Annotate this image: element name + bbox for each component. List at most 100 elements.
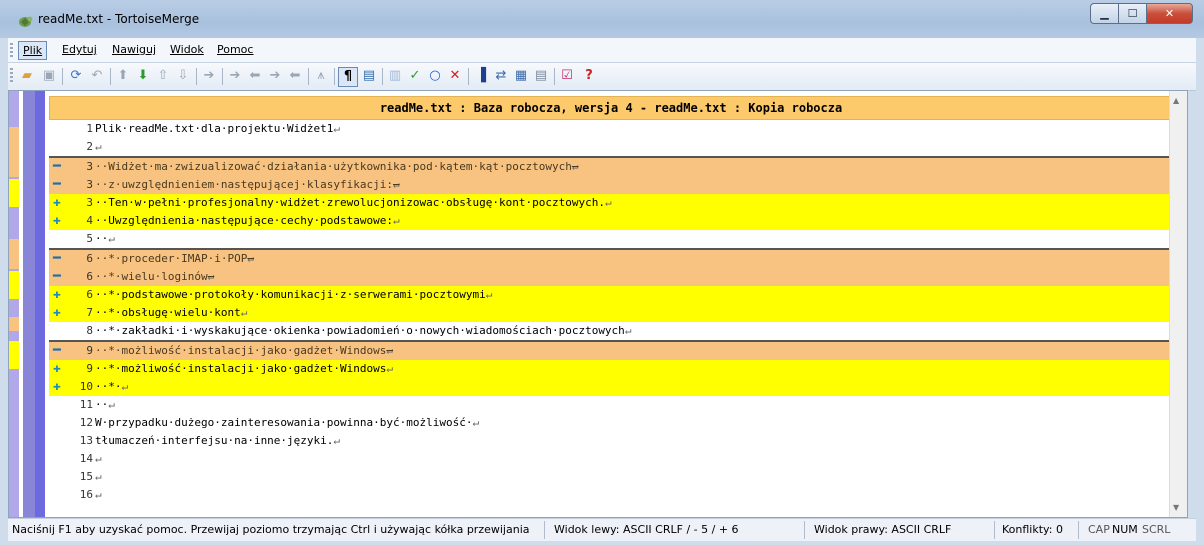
x-mark-icon[interactable]: ✕	[446, 67, 464, 85]
locator-change	[9, 179, 19, 207]
one-pane-icon[interactable]: ▤	[360, 67, 378, 85]
reload-icon[interactable]: ⟳	[67, 67, 85, 85]
diff-line-removed[interactable]: ━ 6 ··*·wielu·loginów↵	[49, 268, 1173, 286]
removed-line-icon: ━	[53, 343, 61, 358]
scroll-up-icon[interactable]: ▲	[1173, 96, 1179, 105]
line-text: ··*·zakładki·i·wyskakujące·okienka·powia…	[95, 324, 625, 337]
prev-conflict-icon[interactable]: ⇧	[154, 67, 172, 85]
editor-pane[interactable]: readMe.txt : Baza robocza, wersja 4 - re…	[49, 95, 1173, 515]
diff-line-normal[interactable]: 2 ↵	[49, 138, 1173, 156]
eol-marker: ↵	[95, 452, 102, 465]
diff-line-removed[interactable]: ━ 6 ··*·proceder·IMAP·i·POP↵	[49, 248, 1173, 268]
app-window: readMe.txt - TortoiseMerge ▁ ☐ ✕ Plik Ed…	[0, 0, 1204, 545]
toolbar-separator	[468, 68, 469, 85]
toolbar-grip[interactable]	[10, 68, 13, 82]
menu-pomoc[interactable]: Pomoc	[213, 41, 257, 58]
line-text: Plik·readMe.txt·dla·projektu·Widżet1	[95, 122, 334, 135]
use-right-icon[interactable]: ⬅	[246, 67, 264, 85]
compare-icon[interactable]: ⇄	[492, 67, 510, 85]
eol-marker: ↵	[247, 252, 254, 265]
minimize-button[interactable]: ▁	[1090, 3, 1118, 24]
pane-layout-icon[interactable]: ▐	[472, 67, 490, 85]
eol-marker: ↵	[121, 380, 129, 393]
diff-line-added[interactable]: ✚ 10 ··*·↵	[49, 378, 1173, 396]
line-number: 11	[79, 398, 93, 411]
locator-track	[23, 91, 35, 517]
use-block-icon[interactable]: ➔	[200, 67, 218, 85]
title-bar[interactable]: readMe.txt - TortoiseMerge ▁ ☐ ✕	[0, 0, 1204, 38]
prev-diff-icon[interactable]: ⬆	[114, 67, 132, 85]
diff-line-normal[interactable]: 15 ↵	[49, 468, 1173, 486]
line-text: ··*·	[95, 380, 122, 393]
eol-marker: ↵	[95, 140, 102, 153]
diff-line-added[interactable]: ✚ 3 ··Ten·w·pełni·profesjonalny·widżet·zre…	[49, 194, 1173, 212]
circle-icon[interactable]: ○	[426, 67, 444, 85]
line-number: 1	[86, 122, 93, 135]
status-help: Naciśnij F1 aby uzyskać pomoc. Przewijaj…	[12, 523, 530, 536]
line-number: 16	[79, 488, 93, 501]
locator-change	[9, 127, 19, 177]
diff-line-normal[interactable]: 8 ··*·zakładki·i·wyskakujące·okienka·powi…	[49, 322, 1173, 340]
toolbar-separator	[554, 68, 555, 85]
line-number: 13	[79, 434, 93, 447]
locator-change	[9, 271, 19, 299]
line-text: W·przypadku·dużego·zainteresowania·powin…	[95, 416, 473, 429]
diff-line-removed[interactable]: ━ 3 ··Widżet·ma·zwizualizować·działania·uż…	[49, 156, 1173, 176]
locator-change	[9, 317, 19, 331]
diff-line-removed[interactable]: ━ 3 ··z·uwzględnieniem·następującej·klasyf…	[49, 176, 1173, 194]
open-icon[interactable]: ▰	[18, 67, 36, 85]
patch-icon[interactable]: ▦	[512, 67, 530, 85]
line-number: 5	[86, 232, 93, 245]
next-diff-icon[interactable]: ⬇	[134, 67, 152, 85]
line-number: 12	[79, 416, 93, 429]
diff-line-normal[interactable]: 5 ··↵	[49, 230, 1173, 248]
diff-line-normal[interactable]: 16 ↵	[49, 486, 1173, 504]
diff-line-added[interactable]: ✚ 4 ··Uwzględnienia·następujące·cechy·pods…	[49, 212, 1173, 230]
mark-resolved-icon[interactable]: ✓	[406, 67, 424, 85]
diff-line-normal[interactable]: 14 ↵	[49, 450, 1173, 468]
two-pane-icon[interactable]: ▥	[386, 67, 404, 85]
menu-widok[interactable]: Widok	[166, 41, 208, 58]
use-left-icon[interactable]: ➔	[226, 67, 244, 85]
diff-line-added[interactable]: ✚ 6 ··*·podstawowe·protokoły·komunikacji·z…	[49, 286, 1173, 304]
diff-line-removed[interactable]: ━ 9 ··*·możliwość·instalacji·jako·gadżet·W…	[49, 340, 1173, 360]
line-text: ··*·możliwość·instalacji·jako·gadżet·Win…	[95, 344, 387, 357]
scroll-down-icon[interactable]: ▼	[1173, 503, 1179, 512]
toolbar: ▰ ▣ ⟳ ↶ ⬆ ⬇ ⇧ ⇩ ➔ ➔ ⬅ ➔ ⬅ ⩚ ¶ ▤ ▥ ✓ ○ ✕ …	[8, 63, 1196, 91]
pilcrow-icon[interactable]: ¶	[338, 67, 358, 87]
menu-grip[interactable]	[10, 43, 13, 57]
diff-locator-bar[interactable]	[9, 91, 35, 517]
added-line-icon: ✚	[53, 213, 61, 228]
whitespace-icon[interactable]: ⩚	[312, 67, 330, 85]
help-icon[interactable]: ?	[580, 67, 598, 85]
diff-line-normal[interactable]: 12 W·przypadku·dużego·zainteresowania·pow…	[49, 414, 1173, 432]
window-controls: ▁ ☐ ✕	[1090, 3, 1193, 24]
status-scrl: SCRL	[1142, 523, 1171, 536]
menu-plik[interactable]: Plik	[18, 41, 48, 60]
menu-edytuj[interactable]: Edytuj	[58, 41, 101, 58]
diff-view: readMe.txt : Baza robocza, wersja 4 - re…	[8, 90, 1188, 518]
settings-icon[interactable]: ☑	[558, 67, 576, 85]
use-right-first-icon[interactable]: ⬅	[286, 67, 304, 85]
line-number: 2	[86, 140, 93, 153]
use-left-first-icon[interactable]: ➔	[266, 67, 284, 85]
maximize-button[interactable]: ☐	[1118, 3, 1146, 24]
save-icon[interactable]: ▣	[40, 67, 58, 85]
line-text: ··	[95, 232, 109, 245]
next-conflict-icon[interactable]: ⇩	[174, 67, 192, 85]
close-button[interactable]: ✕	[1146, 3, 1193, 24]
added-line-icon: ✚	[53, 305, 61, 320]
diff-line-added[interactable]: ✚ 9 ··*·możliwość·instalacji·jako·gadżet·W…	[49, 360, 1173, 378]
vertical-scrollbar[interactable]: ▲ ▼	[1169, 91, 1187, 517]
line-text: ··z·uwzględnieniem·następującej·klasyfik…	[95, 178, 394, 191]
diff-line-normal[interactable]: 11 ··↵	[49, 396, 1173, 414]
line-number: 8	[86, 324, 93, 337]
removed-line-icon: ━	[53, 269, 61, 284]
menu-nawiguj[interactable]: Nawiguj	[108, 41, 160, 58]
list-icon[interactable]: ▤	[532, 67, 550, 85]
diff-line-normal[interactable]: 13 tłumaczeń·interfejsu·na·inne·języki.↵	[49, 432, 1173, 450]
undo-icon[interactable]: ↶	[88, 67, 106, 85]
status-cap: CAP	[1088, 523, 1110, 536]
diff-line-normal[interactable]: 1 Plik·readMe.txt·dla·projektu·Widżet1↵	[49, 120, 1173, 138]
diff-line-added[interactable]: ✚ 7 ··*·obsługę·wielu·kont↵	[49, 304, 1173, 322]
